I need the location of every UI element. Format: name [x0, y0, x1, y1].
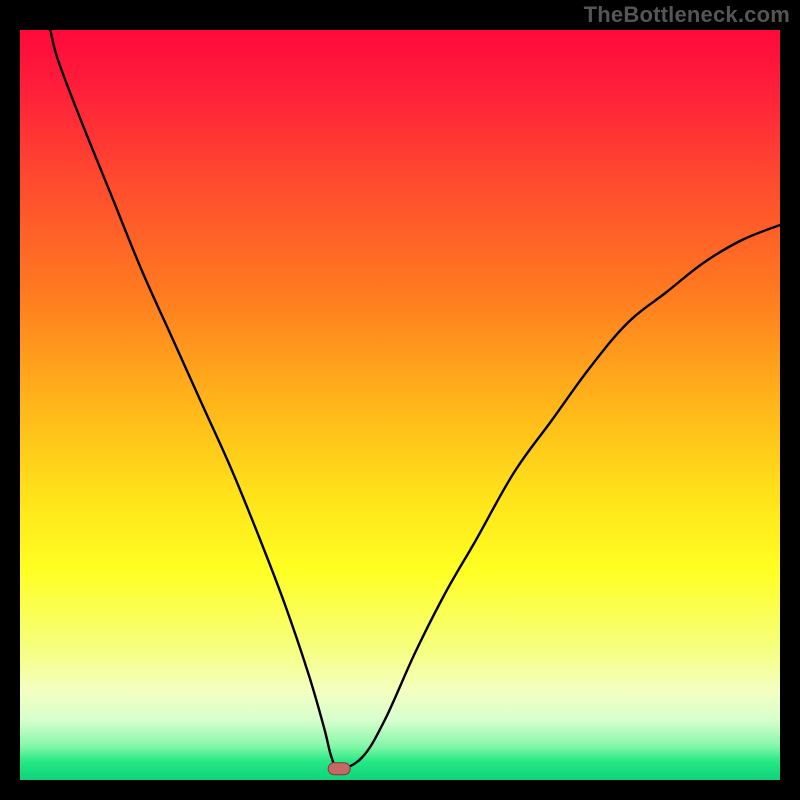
watermark-text: TheBottleneck.com [584, 2, 790, 28]
plot-area [20, 30, 780, 780]
gradient-background [20, 30, 780, 780]
chart-svg [20, 30, 780, 780]
minimum-marker [328, 763, 350, 775]
chart-frame: TheBottleneck.com [0, 0, 800, 800]
